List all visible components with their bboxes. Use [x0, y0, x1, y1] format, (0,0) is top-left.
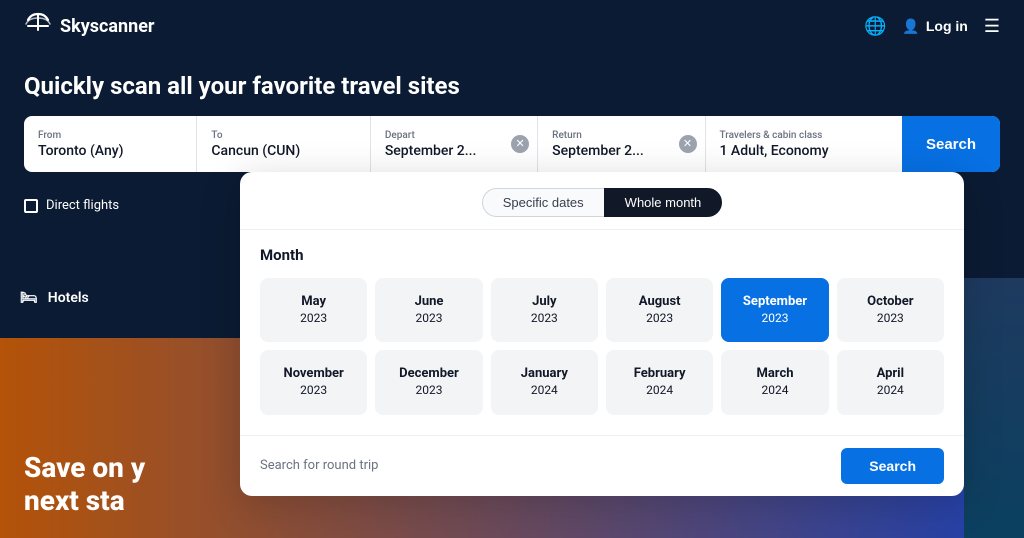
month-cell[interactable]: May2023 — [260, 278, 367, 342]
travelers-field[interactable]: Travelers & cabin class 1 Adult, Economy — [706, 116, 902, 172]
logo-text: Skyscanner — [60, 16, 155, 37]
return-label: Return — [552, 130, 672, 141]
direct-flights-checkbox[interactable] — [24, 199, 38, 213]
search-button[interactable]: Search — [902, 116, 1000, 172]
search-bar: From Toronto (Any) To Cancun (CUN) Depar… — [24, 116, 1000, 172]
depart-clear-button[interactable]: ✕ — [511, 135, 529, 153]
depart-field[interactable]: Depart September 2... ✕ — [371, 116, 538, 172]
month-cell[interactable]: November2023 — [260, 350, 367, 414]
header-actions: 🌐 👤 Log in ☰ — [864, 16, 1000, 37]
return-value: September 2... — [552, 143, 672, 159]
calendar-tabs: Specific dates Whole month — [240, 172, 964, 230]
month-cell[interactable]: October2023 — [837, 278, 944, 342]
footer-text: Search for round trip — [260, 458, 378, 473]
to-field[interactable]: To Cancun (CUN) — [197, 116, 370, 172]
hotels-nav-item[interactable]: 🛏 Hotels — [0, 278, 240, 318]
hero-section: Quickly scan all your favorite travel si… — [0, 52, 1024, 188]
tab-whole-month[interactable]: Whole month — [604, 188, 723, 217]
calendar-footer: Search for round trip Search — [240, 435, 964, 496]
hotels-icon: 🛏 — [20, 290, 38, 306]
tab-specific-dates[interactable]: Specific dates — [482, 188, 604, 217]
calendar-search-button[interactable]: Search — [841, 448, 944, 484]
months-grid: May2023June2023July2023August2023Septemb… — [260, 278, 944, 415]
return-clear-button[interactable]: ✕ — [679, 135, 697, 153]
month-cell[interactable]: September2023 — [721, 278, 828, 342]
depart-label: Depart — [385, 130, 505, 141]
travelers-value: 1 Adult, Economy — [720, 143, 888, 159]
depart-value: September 2... — [385, 143, 505, 159]
skyscanner-logo-icon — [24, 12, 52, 40]
month-cell[interactable]: February2024 — [606, 350, 713, 414]
month-cell[interactable]: July2023 — [491, 278, 598, 342]
from-label: From — [38, 130, 182, 141]
month-cell[interactable]: April2024 — [837, 350, 944, 414]
month-section-label: Month — [260, 246, 944, 264]
month-cell[interactable]: January2024 — [491, 350, 598, 414]
month-cell[interactable]: December2023 — [375, 350, 482, 414]
direct-flights-label: Direct flights — [46, 198, 119, 213]
month-cell[interactable]: June2023 — [375, 278, 482, 342]
to-label: To — [211, 130, 355, 141]
menu-button[interactable]: ☰ — [984, 16, 1000, 37]
logo: Skyscanner — [24, 12, 155, 40]
calendar-body: Month May2023June2023July2023August2023S… — [240, 230, 964, 435]
header: Skyscanner 🌐 👤 Log in ☰ — [0, 0, 1024, 52]
calendar-modal: Specific dates Whole month Month May2023… — [240, 172, 964, 496]
month-cell[interactable]: March2024 — [721, 350, 828, 414]
month-cell[interactable]: August2023 — [606, 278, 713, 342]
from-field[interactable]: From Toronto (Any) — [24, 116, 197, 172]
from-value: Toronto (Any) — [38, 143, 182, 159]
right-image-panel — [964, 278, 1024, 538]
globe-icon-button[interactable]: 🌐 — [864, 16, 886, 37]
hotels-label: Hotels — [48, 290, 89, 306]
to-value: Cancun (CUN) — [211, 143, 355, 159]
user-icon: 👤 — [902, 18, 919, 35]
travelers-label: Travelers & cabin class — [720, 130, 888, 141]
hero-title: Quickly scan all your favorite travel si… — [24, 72, 1000, 100]
login-button[interactable]: 👤 Log in — [902, 18, 967, 35]
hero-bg-text: Save on y next sta — [24, 451, 145, 518]
return-field[interactable]: Return September 2... ✕ — [538, 116, 705, 172]
